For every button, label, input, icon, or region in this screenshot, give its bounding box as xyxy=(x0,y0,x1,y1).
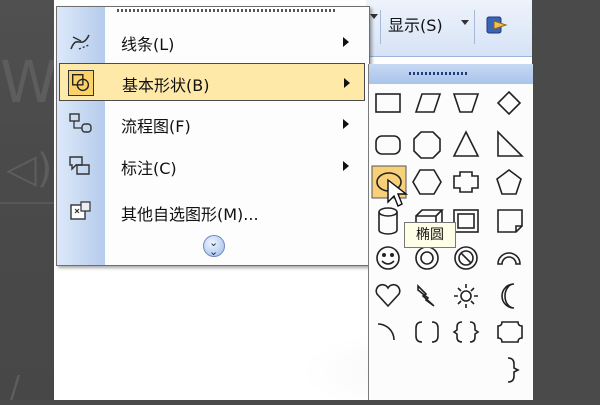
sun-icon[interactable] xyxy=(454,284,478,308)
menu-item-more-autoshapes[interactable]: 其他自选图形(M)... xyxy=(59,193,365,231)
octagon-icon[interactable] xyxy=(413,131,441,159)
menu-item-label: 标注(C) xyxy=(121,159,177,178)
toolbar-dropdown-arrow-icon[interactable] xyxy=(370,14,378,19)
bevel-icon[interactable] xyxy=(453,209,479,233)
arc-icon[interactable] xyxy=(377,323,395,341)
double-bracket-icon[interactable] xyxy=(415,321,439,343)
trapezoid-icon[interactable] xyxy=(452,93,480,113)
flowchart-icon xyxy=(69,113,92,133)
submenu-arrow-icon xyxy=(344,78,350,88)
toolbar-options-icon[interactable] xyxy=(484,12,510,38)
smiley-face-icon[interactable] xyxy=(376,246,400,270)
background-right-edge xyxy=(532,0,600,400)
submenu-arrow-icon xyxy=(343,119,349,129)
toolbar-separator xyxy=(380,10,381,44)
right-triangle-icon[interactable] xyxy=(497,130,524,157)
display-dropdown-arrow-icon[interactable] xyxy=(461,20,469,25)
panel-drag-handle[interactable] xyxy=(369,64,533,84)
donut-icon[interactable] xyxy=(415,246,439,270)
callouts-icon xyxy=(69,156,90,175)
right-brace-icon[interactable] xyxy=(507,357,520,383)
menu-drag-handle[interactable] xyxy=(117,9,337,12)
drawing-toolbar: 显示(S) xyxy=(366,0,532,57)
submenu-arrow-icon xyxy=(343,37,349,47)
display-menu-button[interactable]: 显示(S) xyxy=(388,12,443,36)
lightning-bolt-icon[interactable] xyxy=(417,284,435,307)
pentagon-icon[interactable] xyxy=(496,169,522,195)
menu-item-label: 流程图(F) xyxy=(121,117,191,136)
menu-item-lines[interactable]: 线条(L) xyxy=(59,23,365,61)
moon-icon[interactable] xyxy=(501,283,515,309)
no-symbol-icon[interactable] xyxy=(454,246,478,270)
heart-icon[interactable] xyxy=(375,283,401,308)
menu-item-callouts[interactable]: 标注(C) xyxy=(59,147,365,185)
rectangle-icon[interactable] xyxy=(375,93,401,113)
folded-corner-icon[interactable] xyxy=(497,209,523,233)
submenu-arrow-icon xyxy=(343,161,349,171)
lines-icon xyxy=(70,34,90,50)
triangle-icon[interactable] xyxy=(452,130,480,157)
menu-item-label: 线条(L) xyxy=(121,35,175,54)
parallelogram-icon[interactable] xyxy=(414,93,442,113)
double-brace-icon[interactable] xyxy=(452,321,480,343)
menu-item-basic-shapes[interactable]: 基本形状(B) xyxy=(59,63,365,101)
basic-shapes-icon xyxy=(68,70,94,96)
menu-item-flowchart[interactable]: 流程图(F) xyxy=(59,105,365,143)
rounded-rectangle-icon[interactable] xyxy=(375,135,401,155)
hexagon-icon[interactable] xyxy=(412,169,442,195)
more-autoshapes-icon xyxy=(70,201,91,220)
can-icon[interactable] xyxy=(378,207,398,235)
menu-item-label: 其他自选图形(M)... xyxy=(121,205,259,224)
mouse-pointer-icon xyxy=(387,178,408,207)
shape-tooltip: 椭圆 xyxy=(404,222,456,248)
diamond-icon[interactable] xyxy=(496,90,522,116)
toolbar-separator xyxy=(474,10,475,44)
menu-item-label: 基本形状(B) xyxy=(122,76,210,95)
plaque-icon[interactable] xyxy=(497,321,523,343)
autoshapes-menu: 线条(L) 基本形状(B) 流程图(F) 标注(C) 其他自选图形(M)... … xyxy=(56,6,370,266)
double-chevron-down-icon: ⌄ ⌄ xyxy=(209,236,219,258)
expand-menu-button[interactable]: ⌄ ⌄ xyxy=(203,235,225,257)
block-arc-icon[interactable] xyxy=(497,252,521,265)
cross-icon[interactable] xyxy=(453,171,479,193)
